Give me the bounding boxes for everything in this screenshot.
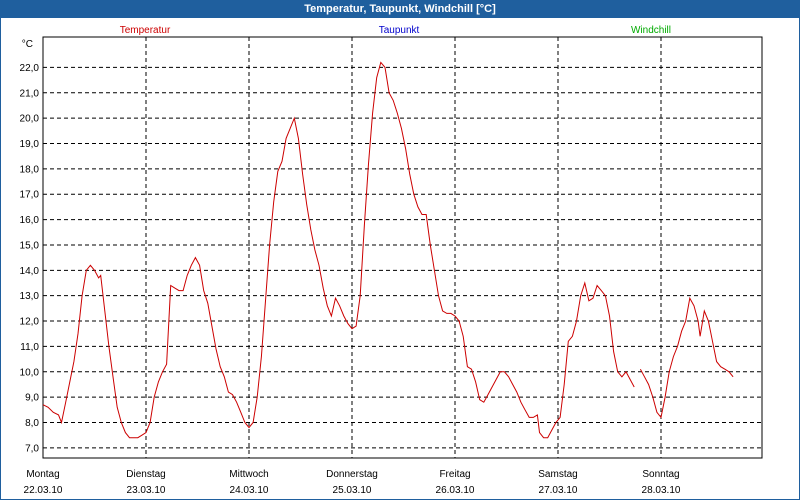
y-tick-label: 10,0 [20, 367, 40, 378]
y-tick-label: 15,0 [20, 240, 40, 251]
legend: Temperatur Taupunkt Windchill [120, 25, 671, 36]
y-axis-unit: °C [22, 39, 33, 50]
temperature-chart: 7,0 8,0 9,0 10,0 11,0 12,0 13,0 14,0 15,0 16,0 17,… [20, 25, 763, 496]
y-tick-label: 14,0 [20, 266, 40, 277]
x-day-label: Montag [26, 469, 59, 480]
legend-item: Taupunkt [379, 25, 420, 36]
x-date-label: 24.03.10 [230, 485, 269, 496]
x-day-label: Sonntag [642, 469, 679, 480]
x-day-label: Mittwoch [229, 469, 268, 480]
axes: 7,0 8,0 9,0 10,0 11,0 12,0 13,0 14,0 15,0 16,0 17,… [20, 36, 763, 496]
series [42, 61, 734, 439]
series-line [42, 61, 635, 439]
x-day-label: Donnerstag [326, 469, 378, 480]
y-tick-label: 16,0 [20, 215, 40, 226]
y-tick-label: 11,0 [20, 342, 39, 353]
y-tick-label: 9,0 [25, 393, 39, 404]
x-date-label: 23.03.10 [127, 485, 166, 496]
y-tick-label: 17,0 [20, 190, 40, 201]
x-date-label: 25.03.10 [333, 485, 372, 496]
y-tick-label: 8,0 [25, 418, 39, 429]
x-date-label: 28.03.10 [642, 485, 681, 496]
legend-item: Windchill [631, 25, 671, 36]
y-tick-label: 12,0 [20, 317, 40, 328]
y-tick-label: 13,0 [20, 291, 40, 302]
y-tick-label: 22,0 [20, 63, 40, 74]
x-date-label: 27.03.10 [539, 485, 578, 496]
legend-item: Temperatur [120, 25, 171, 36]
x-day-label: Dienstag [126, 469, 165, 480]
x-date-label: 26.03.10 [436, 485, 475, 496]
window-title: Temperatur, Taupunkt, Windchill [°C] [0, 0, 800, 18]
grid [43, 37, 762, 458]
y-tick-label: 21,0 [20, 88, 40, 99]
y-tick-label: 18,0 [20, 164, 40, 175]
x-date-label: 22.03.10 [24, 485, 63, 496]
y-tick-label: 19,0 [20, 139, 40, 150]
plot-border [42, 36, 763, 459]
x-day-label: Samstag [538, 469, 577, 480]
chart-panel: 7,0 8,0 9,0 10,0 11,0 12,0 13,0 14,0 15,0 16,0 17,… [0, 18, 800, 500]
y-tick-label: 20,0 [20, 114, 40, 125]
y-tick-label: 7,0 [25, 443, 39, 454]
series-line [639, 296, 734, 419]
x-day-label: Freitag [439, 469, 470, 480]
